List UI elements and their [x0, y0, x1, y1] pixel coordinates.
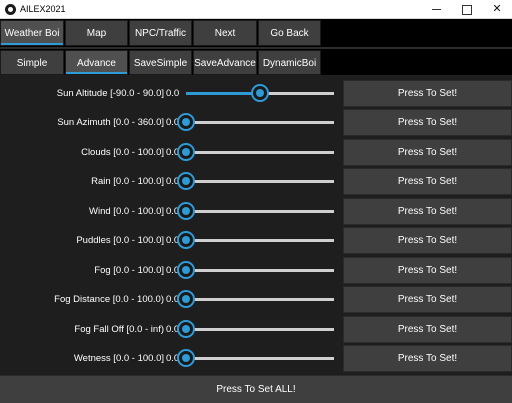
tab-dynamic-boi[interactable]: DynamicBoi [258, 50, 321, 75]
parameter-slider[interactable] [186, 121, 334, 124]
parameter-slider[interactable] [186, 298, 334, 301]
tab-simple[interactable]: Simple [0, 50, 64, 75]
parameter-label: Wind [0.0 - 100.0] [89, 206, 164, 217]
parameter-label: Fog [0.0 - 100.0] [94, 265, 164, 276]
parameter-row: Sun Azimuth [0.0 - 360.0] 0.0 Press To S… [0, 108, 512, 137]
parameter-slider[interactable] [186, 357, 334, 360]
tab-go-back[interactable]: Go Back [258, 20, 321, 46]
parameter-label: Puddles [0.0 - 100.0] [76, 235, 164, 246]
press-to-set-button[interactable]: Press To Set! [343, 198, 512, 225]
parameter-label: Clouds [0.0 - 100.0] [81, 147, 164, 158]
parameter-slider[interactable] [186, 180, 334, 183]
title-bar: AILEX2021 ✕ [0, 0, 512, 19]
press-to-set-button[interactable]: Press To Set! [343, 109, 512, 136]
slider-fill [186, 92, 260, 95]
parameter-slider[interactable] [186, 210, 334, 213]
tab-save-advance[interactable]: SaveAdvance [193, 50, 257, 75]
close-button[interactable]: ✕ [482, 0, 512, 18]
parameter-label: Fog Fall Off [0.0 - inf) [74, 324, 164, 335]
press-to-set-button[interactable]: Press To Set! [343, 345, 512, 372]
app-icon [5, 4, 16, 15]
parameter-row: Sun Altitude [-90.0 - 90.0] 0.0 Press To… [0, 79, 512, 108]
press-to-set-button[interactable]: Press To Set! [343, 139, 512, 166]
secondary-tab-bar: Simple Advance SaveSimple SaveAdvance Dy… [0, 47, 512, 75]
tab-weather-boi[interactable]: Weather Boi [0, 20, 64, 46]
parameter-row: Fog Fall Off [0.0 - inf) 0.0 Press To Se… [0, 315, 512, 344]
parameter-label: Fog Distance [0.0 - 100.0) [54, 294, 164, 305]
primary-tab-bar: Weather Boi Map NPC/Traffic Next Go Back [0, 19, 512, 47]
parameter-row: Puddles [0.0 - 100.0] 0.0 Press To Set! [0, 226, 512, 255]
parameter-row: Wind [0.0 - 100.0] 0.0 Press To Set! [0, 197, 512, 226]
parameter-slider[interactable] [186, 239, 334, 242]
parameter-label: Wetness [0.0 - 100.0] [73, 353, 164, 364]
parameter-slider[interactable] [186, 328, 334, 331]
slider-thumb[interactable] [251, 84, 269, 102]
tab-map[interactable]: Map [65, 20, 128, 46]
slider-thumb[interactable] [177, 143, 195, 161]
window-title: AILEX2021 [20, 4, 66, 14]
slider-thumb[interactable] [177, 231, 195, 249]
parameter-slider[interactable] [186, 269, 334, 272]
tab-advance[interactable]: Advance [65, 50, 128, 75]
parameter-row: Rain [0.0 - 100.0] 0.0 Press To Set! [0, 167, 512, 196]
minimize-button[interactable] [422, 0, 452, 18]
press-to-set-button[interactable]: Press To Set! [343, 80, 512, 107]
tab-save-simple[interactable]: SaveSimple [129, 50, 192, 75]
press-to-set-button[interactable]: Press To Set! [343, 257, 512, 284]
press-to-set-button[interactable]: Press To Set! [343, 286, 512, 313]
parameter-panel: Sun Altitude [-90.0 - 90.0] 0.0 Press To… [0, 75, 512, 403]
parameter-label: Sun Azimuth [0.0 - 360.0] [57, 117, 164, 128]
press-to-set-button[interactable]: Press To Set! [343, 227, 512, 254]
slider-thumb[interactable] [177, 290, 195, 308]
parameter-row: Fog [0.0 - 100.0] 0.0 Press To Set! [0, 256, 512, 285]
parameter-label: Rain [0.0 - 100.0] [91, 176, 164, 187]
press-to-set-button[interactable]: Press To Set! [343, 316, 512, 343]
press-to-set-all-button[interactable]: Press To Set ALL! [0, 375, 512, 403]
slider-thumb[interactable] [177, 349, 195, 367]
parameter-slider[interactable] [186, 151, 334, 154]
tab-next[interactable]: Next [193, 20, 257, 46]
tab-npc-traffic[interactable]: NPC/Traffic [129, 20, 192, 46]
slider-thumb[interactable] [177, 172, 195, 190]
slider-thumb[interactable] [177, 261, 195, 279]
slider-thumb[interactable] [177, 113, 195, 131]
parameter-row: Fog Distance [0.0 - 100.0) 0.0 Press To … [0, 285, 512, 314]
parameter-row: Wetness [0.0 - 100.0] 0.0 Press To Set! [0, 344, 512, 373]
parameter-label: Sun Altitude [-90.0 - 90.0] [56, 88, 164, 99]
parameter-row: Clouds [0.0 - 100.0] 0.0 Press To Set! [0, 138, 512, 167]
maximize-button[interactable] [452, 0, 482, 18]
slider-thumb[interactable] [177, 202, 195, 220]
press-to-set-button[interactable]: Press To Set! [343, 168, 512, 195]
slider-thumb[interactable] [177, 320, 195, 338]
